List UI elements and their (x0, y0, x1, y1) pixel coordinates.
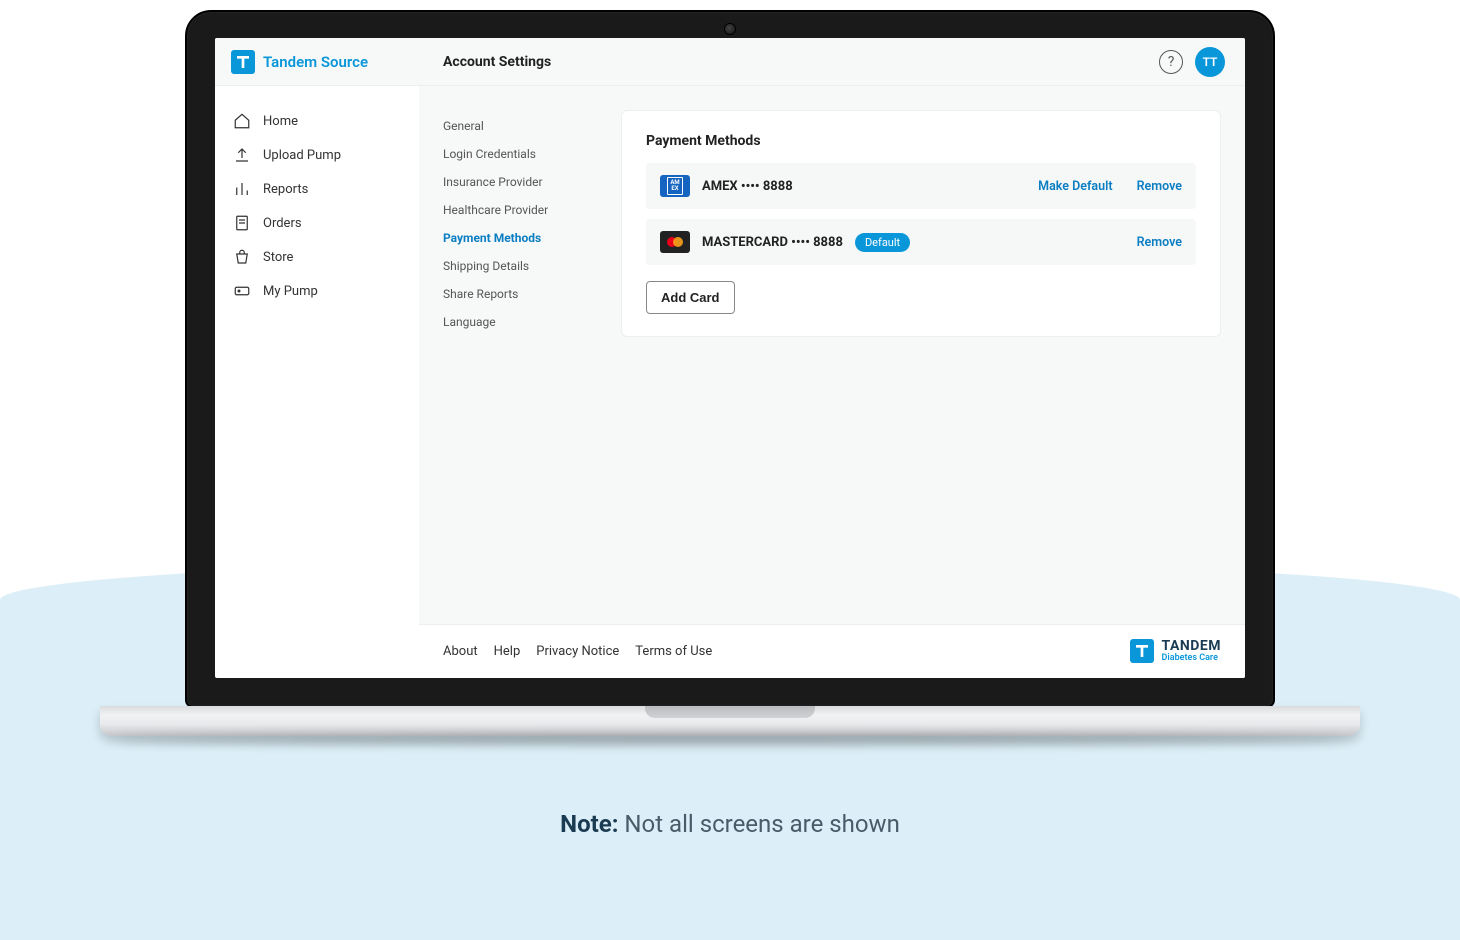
avatar[interactable]: TT (1195, 47, 1225, 77)
top-actions: ? TT (1159, 47, 1225, 77)
footer-link-about[interactable]: About (443, 644, 478, 659)
main: General Login Credentials Insurance Prov… (419, 86, 1245, 624)
brand-name: Tandem Source (263, 53, 368, 71)
brand-logo-icon (1130, 639, 1154, 663)
app-root: Tandem Source Account Settings ? TT (215, 38, 1245, 678)
amex-card-icon: AMEX (660, 175, 690, 197)
sidebar: Home Upload Pump Reports (215, 86, 419, 624)
page-title: Account Settings (419, 54, 1159, 70)
sidebar-item-label: Store (263, 250, 293, 265)
add-card-button[interactable]: Add Card (646, 281, 735, 314)
footer-brand-line2: Diabetes Care (1162, 654, 1221, 664)
brand-logo-icon (231, 50, 255, 74)
payment-method-row: MASTERCARD •••• 8888 Default Remove (646, 219, 1196, 265)
app-body: Home Upload Pump Reports (215, 86, 1245, 624)
store-icon (233, 248, 251, 266)
camera-icon (725, 24, 735, 34)
footer-brand-line1: TANDEM (1162, 639, 1221, 654)
remove-button[interactable]: Remove (1137, 179, 1182, 194)
note-caption: Note: Not all screens are shown (0, 810, 1460, 838)
sidebar-item-label: Upload Pump (263, 148, 341, 163)
sidebar-item-label: My Pump (263, 284, 318, 299)
app-screen: Tandem Source Account Settings ? TT (215, 38, 1245, 678)
default-badge: Default (855, 233, 910, 252)
note-text: Not all screens are shown (624, 810, 899, 838)
footer: About Help Privacy Notice Terms of Use T… (419, 624, 1245, 678)
sidebar-item-reports[interactable]: Reports (215, 172, 419, 206)
footer-link-privacy[interactable]: Privacy Notice (536, 644, 619, 659)
sidebar-item-label: Home (263, 114, 298, 129)
subnav-item-insurance-provider[interactable]: Insurance Provider (443, 168, 593, 196)
payment-method-label: AMEX •••• 8888 (702, 179, 793, 194)
laptop-base (100, 706, 1360, 736)
subnav-item-healthcare-provider[interactable]: Healthcare Provider (443, 196, 593, 224)
footer-link-help[interactable]: Help (494, 644, 521, 659)
help-icon[interactable]: ? (1159, 50, 1183, 74)
payment-methods-card: Payment Methods AMEX AMEX •••• 8888 Make… (621, 110, 1221, 337)
note-prefix: Note: (560, 810, 618, 838)
sidebar-item-home[interactable]: Home (215, 104, 419, 138)
footer-link-terms[interactable]: Terms of Use (635, 644, 712, 659)
subnav-item-shipping-details[interactable]: Shipping Details (443, 252, 593, 280)
payment-method-label: MASTERCARD •••• 8888 (702, 235, 843, 250)
remove-button[interactable]: Remove (1137, 235, 1182, 250)
brand[interactable]: Tandem Source (215, 50, 419, 74)
sidebar-item-store[interactable]: Store (215, 240, 419, 274)
sidebar-item-upload-pump[interactable]: Upload Pump (215, 138, 419, 172)
reports-icon (233, 180, 251, 198)
pump-icon (233, 282, 251, 300)
make-default-button[interactable]: Make Default (1038, 179, 1112, 194)
sidebar-item-orders[interactable]: Orders (215, 206, 419, 240)
subnav-item-login-credentials[interactable]: Login Credentials (443, 140, 593, 168)
subnav-item-payment-methods[interactable]: Payment Methods (443, 224, 593, 252)
card-title: Payment Methods (646, 133, 1196, 149)
settings-subnav: General Login Credentials Insurance Prov… (443, 110, 593, 624)
mastercard-card-icon (660, 231, 690, 253)
subnav-item-share-reports[interactable]: Share Reports (443, 280, 593, 308)
footer-brand: TANDEM Diabetes Care (1130, 639, 1221, 664)
topbar: Tandem Source Account Settings ? TT (215, 38, 1245, 86)
sidebar-item-label: Orders (263, 216, 302, 231)
upload-icon (233, 146, 251, 164)
subnav-item-general[interactable]: General (443, 112, 593, 140)
payment-method-row: AMEX AMEX •••• 8888 Make Default Remove (646, 163, 1196, 209)
sidebar-item-label: Reports (263, 182, 308, 197)
laptop-bezel: Tandem Source Account Settings ? TT (185, 10, 1275, 708)
subnav-item-language[interactable]: Language (443, 308, 593, 336)
laptop-mockup: Tandem Source Account Settings ? TT (185, 10, 1275, 736)
footer-brand-text: TANDEM Diabetes Care (1162, 639, 1221, 664)
orders-icon (233, 214, 251, 232)
home-icon (233, 112, 251, 130)
sidebar-item-my-pump[interactable]: My Pump (215, 274, 419, 308)
